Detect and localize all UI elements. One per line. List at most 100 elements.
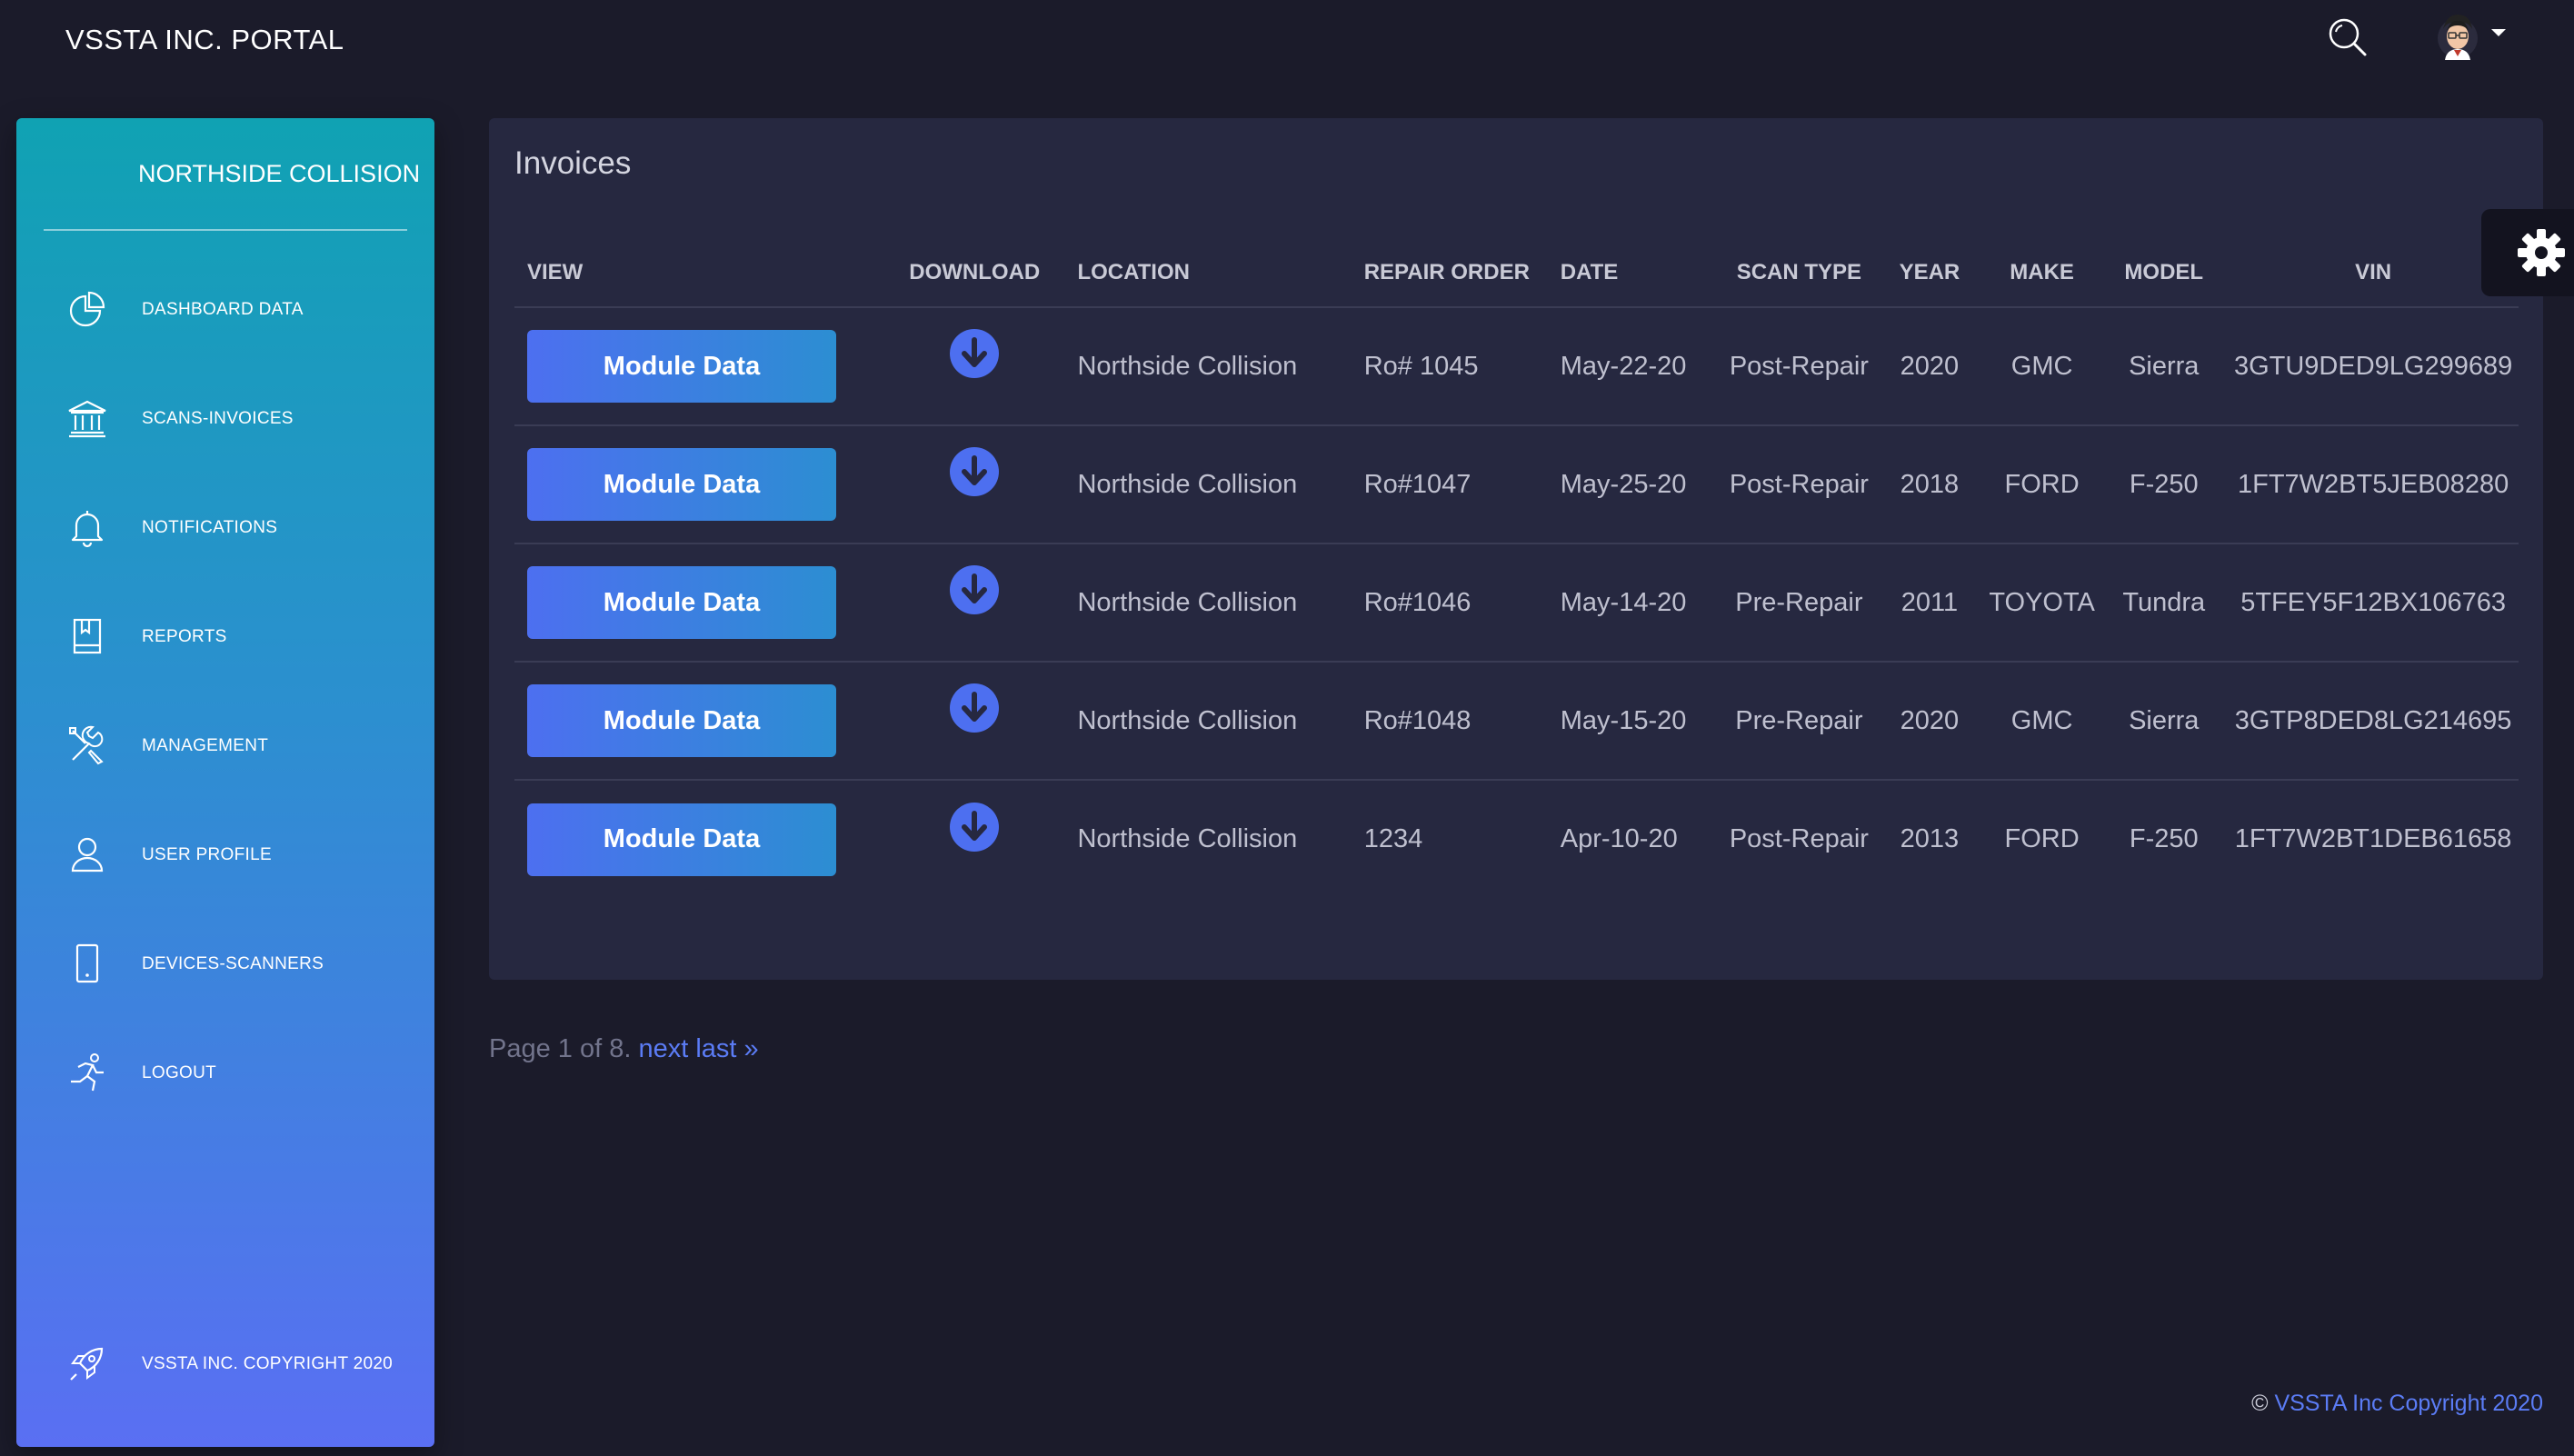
repair-order-cell: Ro# 1045 bbox=[1351, 307, 1548, 426]
chevron-down-icon[interactable] bbox=[2491, 29, 2506, 36]
pagination-text: Page 1 of 8. bbox=[489, 1034, 632, 1063]
sidebar-item-label: DASHBOARD DATA bbox=[142, 300, 304, 319]
copyright-symbol: © bbox=[2251, 1391, 2269, 1416]
rocket-icon bbox=[70, 1347, 104, 1381]
sidebar-item-label: NOTIFICATIONS bbox=[142, 518, 278, 537]
bank-icon bbox=[68, 400, 106, 438]
pagination-next-link[interactable]: next bbox=[638, 1034, 688, 1063]
date-cell: May-15-20 bbox=[1547, 662, 1723, 781]
module-data-button[interactable]: Module Data bbox=[527, 448, 836, 521]
scan-type-cell: Post-Repair bbox=[1729, 824, 1869, 853]
sidebar-item-notifications[interactable]: NOTIFICATIONS bbox=[16, 493, 434, 565]
location-cell: Northside Collision bbox=[1077, 824, 1298, 853]
repair-order-cell: 1234 bbox=[1363, 824, 1423, 853]
sidebar-footer: VSSTA INC. COPYRIGHT 2020 bbox=[16, 1329, 434, 1401]
download-cell bbox=[884, 425, 1065, 544]
column-header-download: DOWNLOAD bbox=[884, 244, 1065, 308]
make-cell: TOYOTA bbox=[1983, 544, 2100, 663]
sidebar-item-dashboard-data[interactable]: DASHBOARD DATA bbox=[16, 274, 434, 347]
download-icon[interactable] bbox=[949, 564, 1000, 615]
column-header-location: LOCATION bbox=[1064, 244, 1352, 308]
top-navbar: VSSTA INC. PORTAL bbox=[0, 0, 2574, 100]
user-icon bbox=[71, 837, 104, 873]
model-cell: Sierra bbox=[2100, 307, 2229, 426]
location-cell: Northside Collision bbox=[1064, 307, 1352, 426]
model-cell: F-250 bbox=[2129, 824, 2199, 853]
location-cell: Northside Collision bbox=[1064, 662, 1352, 781]
sidebar-item-devices-scanners[interactable]: DEVICES-SCANNERS bbox=[16, 929, 434, 1002]
repair-order-cell: Ro#1046 bbox=[1351, 544, 1548, 663]
runner-icon bbox=[71, 1053, 104, 1092]
view-cell: Module Data bbox=[514, 425, 885, 544]
download-icon[interactable] bbox=[949, 446, 1000, 497]
copyright-link[interactable]: VSSTA Inc Copyright 2020 bbox=[2274, 1391, 2543, 1416]
tablet-icon bbox=[75, 943, 99, 983]
vin-cell: 3GTU9DED9LG299689 bbox=[2228, 307, 2519, 426]
year-cell: 2018 bbox=[1874, 425, 1984, 544]
sidebar-item-logout[interactable]: LOGOUT bbox=[16, 1038, 434, 1111]
table-row: Module Data Northside Collision Ro# 1045 Ma… bbox=[514, 307, 2519, 426]
view-cell: Module Data bbox=[514, 662, 885, 781]
date-cell: Apr-10-20 bbox=[1560, 824, 1678, 853]
download-icon[interactable] bbox=[949, 328, 1000, 379]
module-data-button[interactable]: Module Data bbox=[527, 330, 836, 403]
view-cell: Module Data bbox=[514, 780, 884, 898]
year-cell: 2013 bbox=[1900, 824, 1960, 853]
table-row: Module Data Northside Collision Ro#1048 May… bbox=[514, 662, 2519, 781]
scan-type-cell: Pre-Repair bbox=[1722, 544, 1875, 663]
module-data-button[interactable]: Module Data bbox=[527, 566, 836, 639]
make-cell: GMC bbox=[1983, 307, 2100, 426]
sidebar-item-user-profile[interactable]: USER PROFILE bbox=[16, 820, 434, 893]
make-cell: FORD bbox=[1983, 425, 2100, 544]
model-cell: F-250 bbox=[2100, 425, 2229, 544]
sidebar-item-reports[interactable]: REPORTS bbox=[16, 602, 434, 674]
scan-type-cell: Post-Repair bbox=[1722, 425, 1875, 544]
vin-cell: 1FT7W2BT5JEB08280 bbox=[2228, 425, 2519, 544]
sidebar-item-label: USER PROFILE bbox=[142, 845, 272, 864]
year-cell: 2011 bbox=[1874, 544, 1984, 663]
model-cell: Tundra bbox=[2100, 544, 2229, 663]
sidebar-item-label: MANAGEMENT bbox=[142, 736, 269, 755]
column-header-repair-order: REPAIR ORDER bbox=[1351, 244, 1548, 308]
table-header-row: VIEW DOWNLOAD LOCATION REPAIR ORDER DATE… bbox=[514, 244, 2519, 308]
download-icon[interactable] bbox=[949, 683, 1000, 733]
view-cell: Module Data bbox=[514, 544, 885, 663]
table-row: Module Data Northside Collision Ro#1047 May… bbox=[514, 425, 2519, 544]
app-title: VSSTA INC. PORTAL bbox=[65, 24, 344, 55]
date-cell: May-22-20 bbox=[1547, 307, 1723, 426]
module-data-button[interactable]: Module Data bbox=[527, 684, 836, 757]
date-cell: May-25-20 bbox=[1547, 425, 1723, 544]
sidebar-item-label: DEVICES-SCANNERS bbox=[142, 954, 324, 973]
year-cell: 2020 bbox=[1874, 662, 1984, 781]
download-cell bbox=[884, 307, 1065, 426]
sidebar-item-scans-invoices[interactable]: SCANS-INVOICES bbox=[16, 384, 434, 456]
column-header-view: VIEW bbox=[514, 244, 885, 308]
search-icon[interactable] bbox=[2327, 16, 2369, 58]
download-icon[interactable] bbox=[949, 802, 1000, 853]
column-header-make: MAKE bbox=[1983, 244, 2100, 308]
scan-type-cell: Pre-Repair bbox=[1722, 662, 1875, 781]
sidebar-item-management[interactable]: MANAGEMENT bbox=[16, 711, 434, 783]
column-header-model: MODEL bbox=[2100, 244, 2229, 308]
sidebar-divider bbox=[44, 229, 407, 231]
make-cell: GMC bbox=[1983, 662, 2100, 781]
year-cell: 2020 bbox=[1874, 307, 1984, 426]
scan-type-cell: Post-Repair bbox=[1722, 307, 1875, 426]
vin-cell: 3GTP8DED8LG214695 bbox=[2228, 662, 2519, 781]
location-cell: Northside Collision bbox=[1064, 425, 1352, 544]
pie-chart-icon bbox=[69, 291, 105, 327]
sidebar-item-label: SCANS-INVOICES bbox=[142, 409, 294, 428]
bell-icon bbox=[71, 511, 104, 548]
pagination: Page 1 of 8. next last » bbox=[489, 1034, 759, 1064]
sidebar-item-label: REPORTS bbox=[142, 627, 227, 646]
pagination-last-link[interactable]: last » bbox=[695, 1034, 758, 1063]
user-avatar[interactable] bbox=[2436, 11, 2479, 60]
settings-tab[interactable] bbox=[2481, 209, 2574, 296]
page-footer: © VSSTA Inc Copyright 2020 bbox=[2251, 1391, 2543, 1417]
gear-icon bbox=[2518, 229, 2565, 276]
repair-order-cell: Ro#1047 bbox=[1351, 425, 1548, 544]
location-cell: Northside Collision bbox=[1064, 544, 1352, 663]
vin-cell: 1FT7W2BT1DEB61658 bbox=[2234, 824, 2512, 853]
invoices-table: VIEW DOWNLOAD LOCATION REPAIR ORDER DATE… bbox=[514, 244, 2519, 898]
module-data-button[interactable]: Module Data bbox=[527, 803, 836, 876]
